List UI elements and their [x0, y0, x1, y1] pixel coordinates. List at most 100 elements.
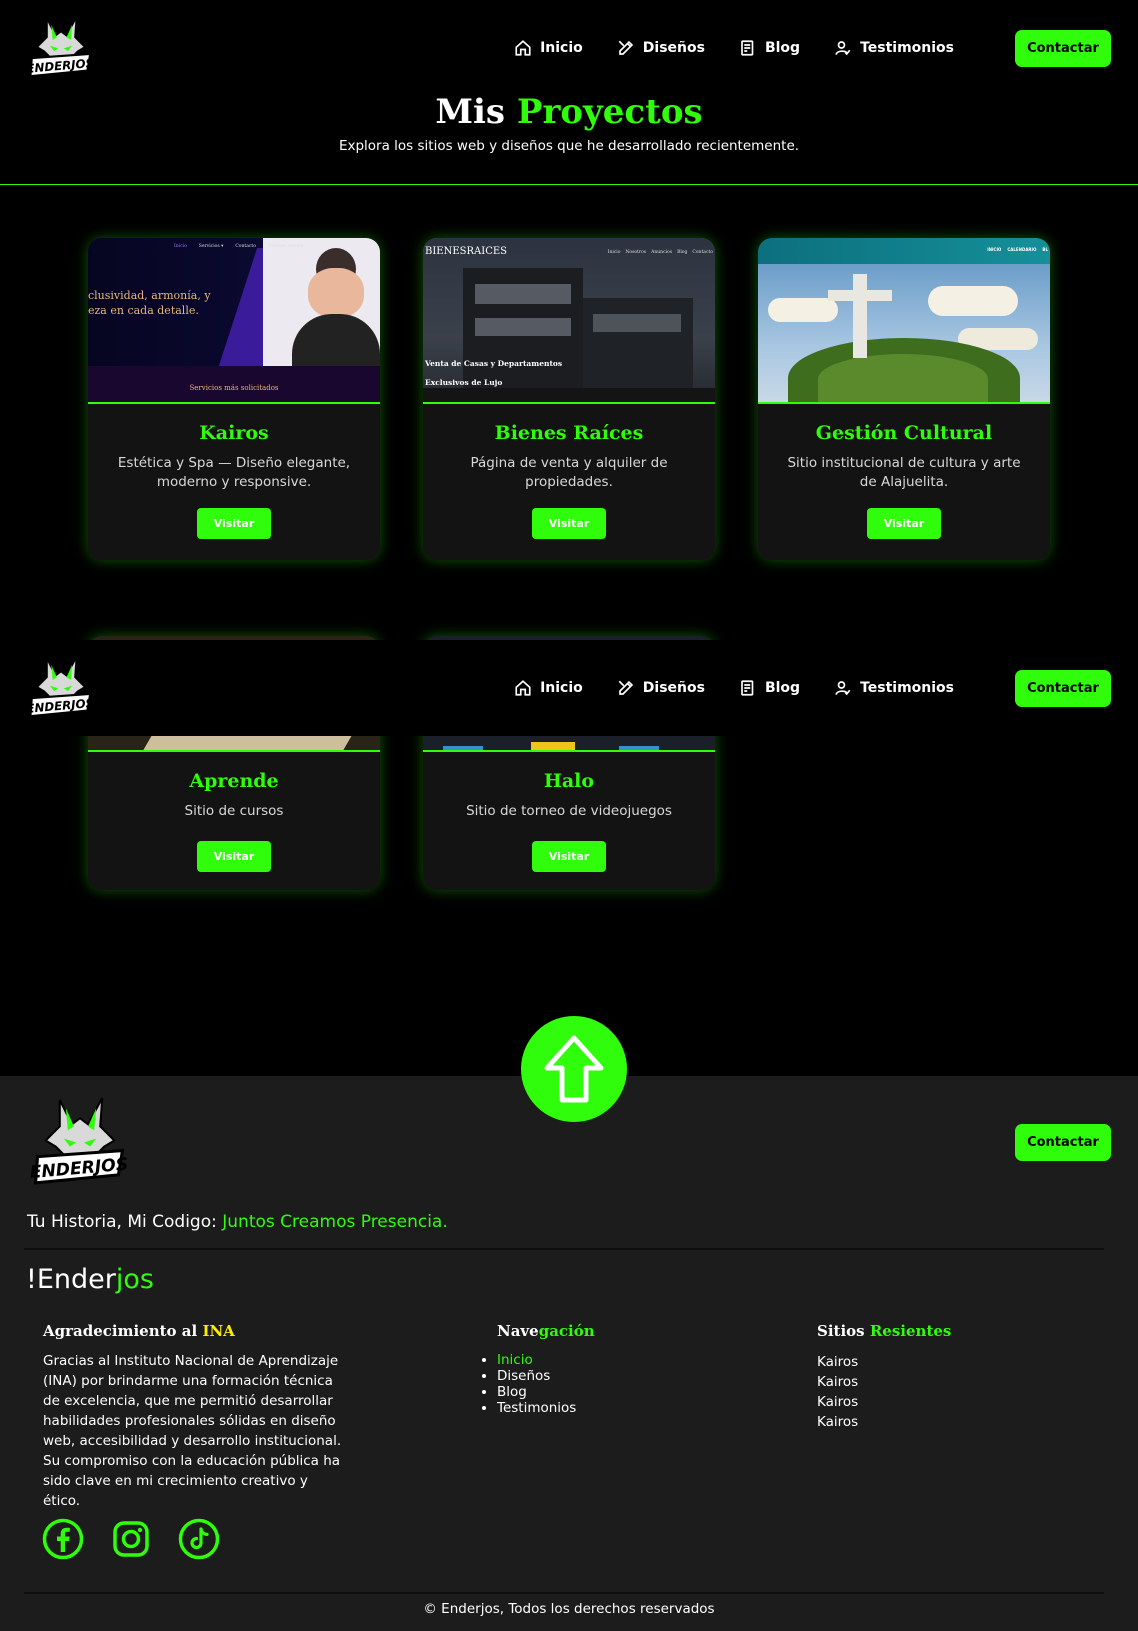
project-thumbnail: Inicio Servicios ▾ Contacto Quiénes Somo…: [88, 238, 380, 404]
thumb-nav-item: Servicios ▾: [198, 244, 224, 249]
nav-link-blog[interactable]: Blog: [739, 39, 800, 57]
nav-link-testimonios[interactable]: Testimonios: [834, 39, 954, 57]
scroll-to-top-button[interactable]: [521, 1016, 627, 1122]
divider: [0, 184, 1138, 185]
thumb-footer: Servicios más solicitados: [189, 384, 279, 392]
nav-link-label: Diseños: [642, 680, 705, 696]
nav-link-inicio[interactable]: Inicio: [514, 39, 583, 57]
footer-nav: Inicio Diseños Blog Testimonios: [497, 1352, 576, 1416]
footer-col-title: Sitios Resientes: [817, 1322, 951, 1340]
brand-accent: jos: [115, 1264, 154, 1295]
project-card-gestion-cultural: INICIO CALENDARIO BL Gestión Cultural Si…: [758, 238, 1050, 560]
visit-button[interactable]: Visitar: [197, 841, 271, 872]
copyright: © Enderjos, Todos los derechos reservado…: [423, 1601, 715, 1617]
thumb-nav-item: Anuncios: [651, 250, 673, 255]
thumb-nav-item: Inicio: [607, 250, 621, 255]
card-title: Aprende: [189, 770, 279, 792]
thumb-headline: Exclusivos de Lujo: [425, 378, 503, 387]
nav-link-label: Testimonios: [860, 680, 954, 696]
recent-sites-list: Kairos Kairos Kairos Kairos: [817, 1352, 858, 1432]
nav-link-label: Blog: [764, 680, 801, 696]
visit-button[interactable]: Visitar: [867, 508, 941, 539]
nav-link-label: Testimonios: [860, 40, 954, 56]
navbar: Inicio Diseños Blog Testimonios Contacta…: [0, 0, 1138, 96]
thumb-headline: eza en cada detalle.: [88, 304, 199, 317]
footer-nav-item[interactable]: Blog: [497, 1384, 576, 1400]
nav-link-label: Inicio: [540, 680, 583, 696]
col-title-accent: gación: [538, 1322, 595, 1340]
footer-nav-item[interactable]: Testimonios: [497, 1400, 576, 1416]
tiktok-icon[interactable]: [178, 1518, 220, 1560]
contact-button[interactable]: Contactar: [1015, 1124, 1111, 1161]
footer-nav-label: Blog: [497, 1384, 527, 1400]
thumb-headline: Venta de Casas y Departamentos: [425, 359, 563, 368]
card-body: Aprende Sitio de cursos Visitar: [88, 752, 380, 872]
contact-button[interactable]: Contactar: [1015, 669, 1111, 707]
page-subtitle: Explora los sitios web y diseños que he …: [338, 138, 800, 154]
footer-nav-item[interactable]: Inicio: [497, 1352, 576, 1368]
thumb-nav-item: Quiénes Somos: [267, 244, 304, 249]
card-title: Kairos: [199, 422, 269, 444]
page-title: Mis Proyectos: [0, 92, 1138, 132]
footer-acknowledgement: Gracias al Instituto Nacional de Aprendi…: [43, 1353, 342, 1509]
thumb-nav-item: Inicio: [174, 244, 187, 249]
nav-link-disenos[interactable]: Diseños: [617, 679, 705, 697]
arrow-up-icon: [544, 1035, 604, 1103]
footer-nav-label: Diseños: [497, 1368, 551, 1384]
col-title-main: Nave: [497, 1322, 539, 1340]
card-description: Estética y Spa — Diseño elegante, modern…: [117, 455, 351, 490]
pencil-icon: [618, 680, 633, 695]
title-main: Mis: [435, 92, 506, 132]
nav-link-disenos[interactable]: Diseños: [617, 39, 705, 57]
sticky-navbar: Inicio Diseños Blog Testimonios Contacta…: [0, 640, 1138, 736]
card-body: Gestión Cultural Sitio institucional de …: [758, 404, 1050, 539]
footer-brand: !Enderjos: [26, 1264, 154, 1295]
recent-site-link[interactable]: Kairos: [817, 1392, 858, 1412]
thumb-nav-item: BL: [1042, 247, 1048, 252]
footer-col-title: Agradecimiento al INA: [43, 1322, 235, 1340]
visit-button[interactable]: Visitar: [532, 841, 606, 872]
contact-button[interactable]: Contactar: [1015, 29, 1111, 67]
divider: [24, 1248, 1104, 1250]
visit-button[interactable]: Visitar: [532, 508, 606, 539]
logo-icon[interactable]: [26, 15, 96, 81]
card-description: Sitio de cursos: [184, 803, 284, 819]
thumb-headline: clusividad, armonía, y: [88, 289, 211, 302]
tagline-main: Tu Historia, Mi Codigo:: [27, 1212, 217, 1232]
nav-link-blog[interactable]: Blog: [739, 679, 800, 697]
recent-site-link[interactable]: Kairos: [817, 1372, 858, 1392]
project-card-bienes-raices: BIENESRAICES Inicio Nosotros Anuncios Bl…: [423, 238, 715, 560]
thumb-nav-item: CALENDARIO: [1007, 247, 1037, 252]
recent-site-link[interactable]: Kairos: [817, 1412, 858, 1432]
logo-icon[interactable]: [28, 1094, 132, 1190]
footer-nav-label: Inicio: [497, 1352, 533, 1368]
col-title-accent: Resientes: [869, 1322, 952, 1340]
card-description: Sitio institucional de cultura y arte de…: [787, 455, 1021, 490]
thumb-logo: BIENESRAICES: [425, 246, 508, 257]
home-icon: [515, 40, 531, 56]
col-title-accent: INA: [202, 1322, 235, 1340]
card-title: Halo: [543, 770, 595, 792]
footer-nav-item[interactable]: Diseños: [497, 1368, 576, 1384]
card-description: Sitio de torneo de videojuegos: [466, 803, 672, 819]
facebook-icon[interactable]: [42, 1518, 84, 1560]
card-body: Bienes Raíces Página de venta y alquiler…: [423, 404, 715, 539]
card-description: Página de venta y alquiler de propiedade…: [470, 455, 668, 490]
project-card-kairos: Inicio Servicios ▾ Contacto Quiénes Somo…: [88, 238, 380, 560]
divider: [24, 1592, 1104, 1594]
visit-button[interactable]: Visitar: [197, 508, 271, 539]
nav-link-inicio[interactable]: Inicio: [514, 679, 583, 697]
card-body: Halo Sitio de torneo de videojuegos Visi…: [423, 752, 715, 872]
project-thumbnail: INICIO CALENDARIO BL: [758, 238, 1050, 404]
recent-site-link[interactable]: Kairos: [817, 1352, 858, 1372]
article-icon: [741, 40, 754, 56]
col-title-main: Agradecimiento al: [43, 1322, 198, 1340]
thumb-nav-item: Contacto: [692, 250, 713, 255]
nav-link-testimonios[interactable]: Testimonios: [834, 679, 954, 697]
instagram-icon[interactable]: [110, 1518, 152, 1560]
col-title-main: Sitios: [817, 1322, 865, 1340]
nav-links: Inicio Diseños Blog Testimonios: [514, 679, 954, 697]
home-icon: [515, 680, 531, 696]
logo-icon[interactable]: [26, 655, 96, 721]
user-check-icon: [835, 681, 851, 696]
